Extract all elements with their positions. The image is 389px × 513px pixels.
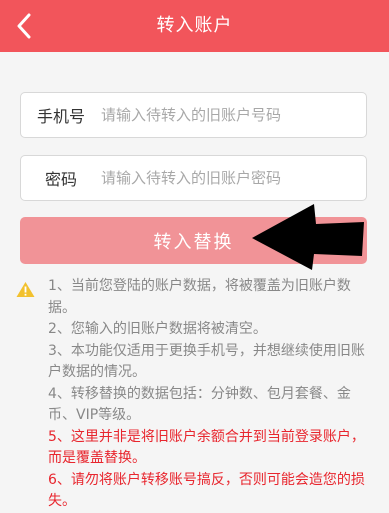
note-item: 3、本功能仅适用于更换手机号，并想继续使用旧账户数据的情况。 <box>48 342 365 381</box>
arrow-left-icon <box>252 204 364 270</box>
phone-input[interactable] <box>101 106 366 124</box>
note-item: 4、转移替换的数据包括：分钟数、包月套餐、金币、VIP等级。 <box>48 385 351 424</box>
note-item: 1、当前您登陆的账户数据，将被覆盖为旧账户数据。 <box>48 278 351 316</box>
notes-list: 1、当前您登陆的账户数据，将被覆盖为旧账户数据。 2、您输入的旧账户数据将被清空。… <box>48 276 376 513</box>
note-item: 5、这里并非是将旧账户余额合并到当前登录账户，而是覆盖替换。 <box>48 428 365 467</box>
note-item: 2、您输入的旧账户数据将被清空。 <box>48 321 267 337</box>
warning-triangle-icon <box>16 282 35 297</box>
app-header: 转入账户 <box>0 0 389 52</box>
password-field[interactable]: 密码 <box>20 155 367 201</box>
password-input[interactable] <box>101 169 366 187</box>
password-label: 密码 <box>44 170 77 189</box>
page-title: 转入账户 <box>156 15 233 36</box>
phone-field[interactable]: 手机号 <box>20 92 367 138</box>
note-item: 6、请勿将账户转移账号搞反，否则可能会造您的损失。 <box>48 471 365 510</box>
phone-label: 手机号 <box>36 107 85 126</box>
